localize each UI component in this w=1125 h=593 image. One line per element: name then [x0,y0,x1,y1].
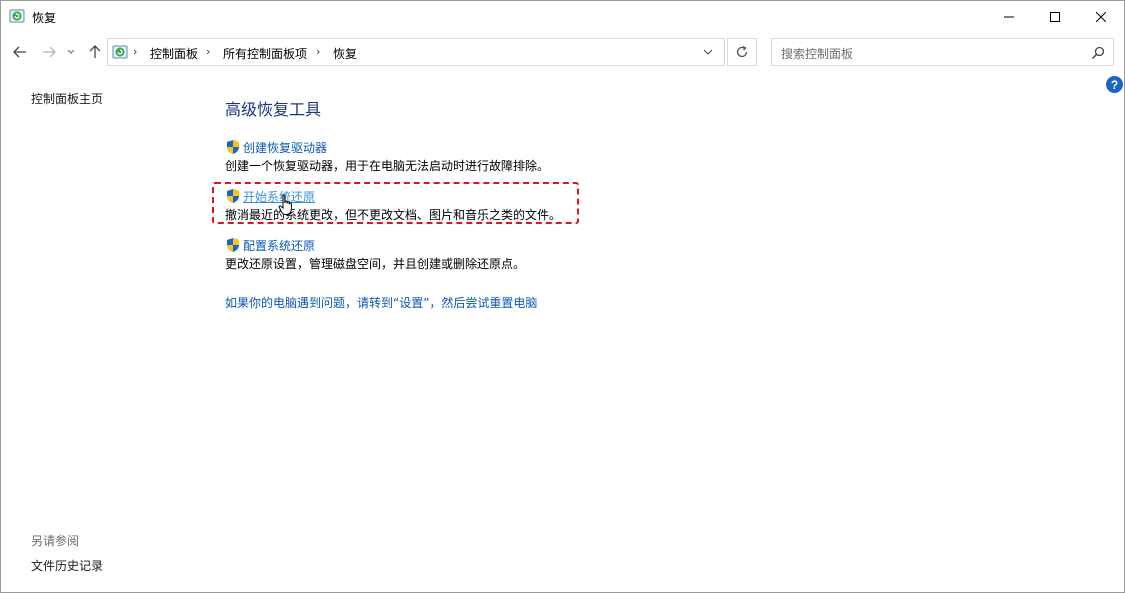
title-bar: 恢复 [1,1,1124,32]
breadcrumb-control-panel[interactable]: 控制面板 [150,45,198,62]
uac-shield-icon [227,238,239,252]
forward-button[interactable] [39,42,59,62]
up-button[interactable] [85,42,105,62]
control-panel-icon [112,45,128,59]
search-icon[interactable] [1089,44,1107,62]
breadcrumb-recovery[interactable]: 恢复 [333,45,357,62]
uac-shield-icon [227,140,239,154]
create-recovery-drive-link[interactable]: 创建恢复驱动器 [243,139,327,156]
create-recovery-drive-desc: 创建一个恢复驱动器，用于在电脑无法启动时进行故障排除。 [225,159,550,173]
search-placeholder: 搜索控制面板 [781,47,854,61]
chevron-down-icon [703,49,713,55]
breadcrumb-separator-icon[interactable]: › [316,45,320,58]
chevron-down-icon [67,49,75,54]
page-title: 高级恢复工具 [225,100,322,119]
address-dropdown-button[interactable] [698,43,718,61]
breadcrumb-all-items[interactable]: 所有控制面板项 [223,45,307,62]
breadcrumb-separator-icon[interactable]: › [133,45,137,58]
highlight-annotation [212,182,579,224]
window-title: 恢复 [32,11,57,25]
minimize-button[interactable] [986,1,1032,32]
search-input[interactable]: 搜索控制面板 [771,38,1114,66]
address-bar[interactable]: › 控制面板 › 所有控制面板项 › 恢复 [107,38,725,66]
close-icon [1096,11,1106,22]
refresh-button[interactable] [727,38,757,66]
maximize-icon [1050,11,1060,22]
see-also-heading: 另请参阅 [31,534,80,548]
arrow-left-icon [13,46,26,58]
recovery-icon [9,9,25,23]
help-button[interactable]: ? [1106,76,1123,93]
minimize-icon [1004,16,1014,17]
navigation-bar: › 控制面板 › 所有控制面板项 › 恢复 搜索控制面板 [1,32,1124,72]
reset-pc-settings-link[interactable]: 如果你的电脑遇到问题，请转到“设置”，然后尝试重置电脑 [225,294,537,311]
hand-cursor-icon [278,194,292,215]
arrow-right-icon [43,46,56,58]
file-history-link[interactable]: 文件历史记录 [31,557,103,574]
maximize-button[interactable] [1032,1,1078,32]
arrow-up-icon [89,45,101,58]
control-panel-home-link[interactable]: 控制面板主页 [31,90,103,107]
control-panel-window: 恢复 › 控制面板 › 所有控制面板项 › 恢复 搜索控制面板 ? 控制面板主页… [0,0,1125,593]
back-button[interactable] [10,42,30,62]
breadcrumb-separator-icon[interactable]: › [206,45,210,58]
recent-locations-button[interactable] [64,42,78,62]
refresh-icon [736,45,748,58]
configure-system-restore-link[interactable]: 配置系统还原 [243,237,315,254]
close-button[interactable] [1078,1,1124,32]
configure-system-restore-desc: 更改还原设置，管理磁盘空间，并且创建或删除还原点。 [225,257,526,271]
